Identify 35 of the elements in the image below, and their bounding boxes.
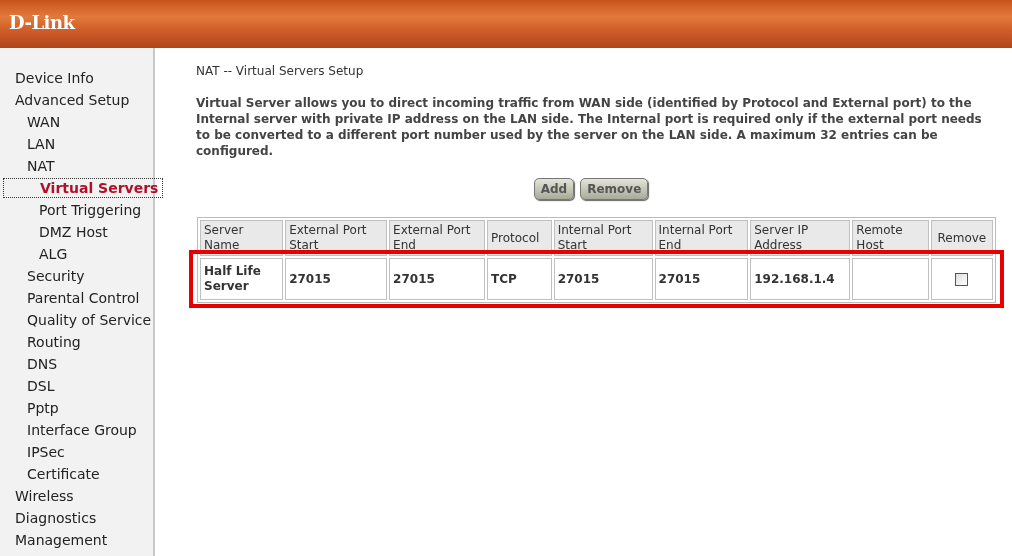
sidebar-item[interactable]: Port Triggering bbox=[39, 199, 142, 221]
table-cell: TCP bbox=[487, 258, 552, 300]
table-cell: 192.168.1.4 bbox=[750, 258, 851, 300]
table-cell: 27015 bbox=[553, 258, 653, 300]
sidebar-item[interactable]: Pptp bbox=[27, 397, 59, 419]
table-cell: 27015 bbox=[389, 258, 485, 300]
sidebar-item[interactable]: Routing bbox=[27, 331, 81, 353]
sidebar-item[interactable]: Advanced Setup bbox=[15, 89, 130, 111]
sidebar-item[interactable]: DNS bbox=[27, 353, 58, 375]
table-cell: Half Life Server bbox=[200, 258, 284, 300]
sidebar-item[interactable]: Parental Control bbox=[27, 287, 140, 309]
table-cell: 27015 bbox=[654, 258, 749, 300]
sidebar-item[interactable]: Diagnostics bbox=[15, 507, 97, 529]
sidebar-item[interactable]: Certificate bbox=[27, 463, 100, 485]
sidebar-item[interactable]: WAN bbox=[27, 111, 61, 133]
sidebar-item[interactable]: DSL bbox=[27, 375, 55, 397]
description-text: Virtual Server allows you to direct incoming traffic from WAN side (identified by Protocol and External port) to the Internal server with private IP address on the LAN side. The Internal port is required only if the external port needs to be converted to a different port number used by the server on the LAN side. A maximum 32 entries can be configured. bbox=[196, 95, 983, 159]
sidebar-item[interactable]: Security bbox=[27, 265, 85, 287]
sidebar-item[interactable]: Virtual Servers bbox=[3, 178, 164, 198]
sidebar-item[interactable]: Device Info bbox=[15, 67, 94, 89]
table-cell: 27015 bbox=[285, 258, 388, 300]
action-button[interactable]: Remove bbox=[580, 178, 649, 200]
sidebar-item[interactable]: Quality of Service bbox=[27, 309, 152, 331]
sidebar-item[interactable]: ALG bbox=[39, 243, 68, 265]
sidebar-item[interactable]: Interface Group bbox=[27, 419, 137, 441]
action-button[interactable]: Add bbox=[533, 178, 575, 200]
sidebar-item[interactable]: LAN bbox=[27, 133, 56, 155]
page-title: NAT -- Virtual Servers Setup bbox=[196, 64, 365, 78]
logo: D-Link bbox=[9, 11, 75, 33]
sidebar-item[interactable]: DMZ Host bbox=[39, 221, 108, 243]
sidebar-item[interactable]: IPSec bbox=[27, 441, 65, 463]
sidebar-item[interactable]: Wireless bbox=[15, 485, 74, 507]
sidebar-item[interactable]: Management bbox=[15, 529, 108, 551]
sidebar-item[interactable]: NAT bbox=[27, 155, 55, 177]
remove-checkbox[interactable] bbox=[955, 272, 969, 286]
